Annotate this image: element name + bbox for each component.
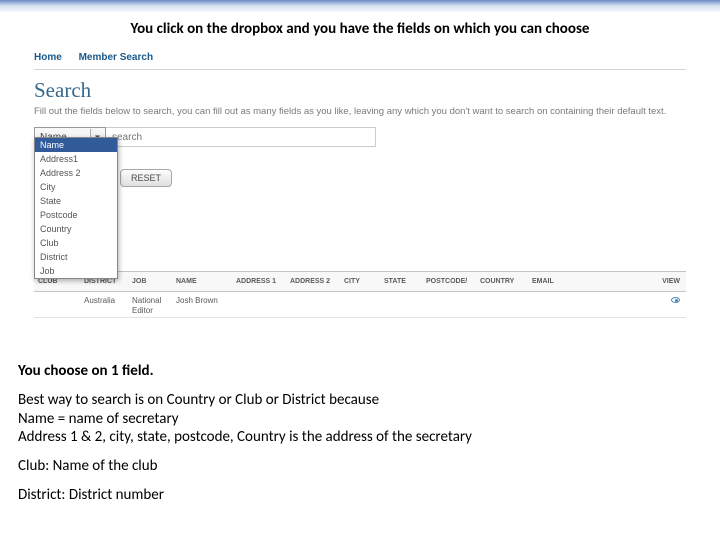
instruction-line-2a: Best way to search is on Country or Club… bbox=[18, 391, 379, 409]
results-table: CLUB DISTRICT JOB NAME ADDRESS 1 ADDRESS… bbox=[34, 271, 686, 318]
search-title: Search bbox=[20, 70, 700, 103]
instructions-block: You choose on 1 field. Best way to searc… bbox=[18, 362, 472, 515]
table-row: Australia National Editor Josh Brown bbox=[34, 292, 686, 318]
dropdown-option[interactable]: Address1 bbox=[35, 152, 117, 166]
th-city: CITY bbox=[340, 278, 380, 285]
th-club: CLUB bbox=[34, 278, 80, 285]
th-job: JOB bbox=[128, 278, 172, 285]
dropdown-option[interactable]: Postcode bbox=[35, 208, 117, 222]
td-district: Australia bbox=[80, 296, 128, 305]
th-district: DISTRICT bbox=[80, 278, 128, 285]
dropdown-option[interactable]: District bbox=[35, 250, 117, 264]
search-input[interactable] bbox=[106, 127, 376, 147]
reset-button[interactable]: RESET bbox=[120, 169, 172, 187]
nav-member-search[interactable]: Member Search bbox=[79, 52, 153, 63]
th-email: EMAIL bbox=[528, 278, 608, 285]
instruction-line-4: District: District number bbox=[18, 486, 472, 505]
caption: You click on the dropbox and you have th… bbox=[0, 12, 720, 44]
instruction-line-2b: Name = name of secretary bbox=[18, 410, 179, 428]
dropdown-option[interactable]: Country bbox=[35, 222, 117, 236]
th-address1: ADDRESS 1 bbox=[232, 278, 286, 285]
nav-home[interactable]: Home bbox=[34, 52, 62, 63]
search-controls: Name ▼ bbox=[20, 127, 700, 147]
th-state: STATE bbox=[380, 278, 422, 285]
td-job: National Editor bbox=[128, 296, 172, 316]
instruction-line-3: Club: Name of the club bbox=[18, 457, 472, 476]
dropdown-option[interactable]: Name bbox=[35, 138, 117, 152]
th-view: VIEW bbox=[652, 278, 686, 285]
dropdown-option[interactable]: Job bbox=[35, 264, 117, 278]
instruction-block-2: Best way to search is on Country or Club… bbox=[18, 391, 472, 447]
dropdown-option[interactable]: Club bbox=[35, 236, 117, 250]
td-name: Josh Brown bbox=[172, 296, 232, 305]
th-address2: ADDRESS 2 bbox=[286, 278, 340, 285]
th-postcode: POSTCODE/ bbox=[422, 278, 476, 285]
td-view[interactable] bbox=[652, 296, 686, 305]
dropdown-option[interactable]: State bbox=[35, 194, 117, 208]
table-header: CLUB DISTRICT JOB NAME ADDRESS 1 ADDRESS… bbox=[34, 272, 686, 292]
instruction-line-1: You choose on 1 field. bbox=[18, 362, 472, 381]
screenshot-panel: Home Member Search Search Fill out the f… bbox=[20, 48, 700, 343]
instruction-line-2c: Address 1 & 2, city, state, postcode, Co… bbox=[18, 428, 472, 446]
top-gradient-bar bbox=[0, 0, 720, 12]
eye-icon bbox=[671, 297, 680, 303]
dropdown-option[interactable]: City bbox=[35, 180, 117, 194]
nav-bar: Home Member Search bbox=[20, 48, 700, 67]
search-description: Fill out the fields below to search, you… bbox=[20, 103, 700, 127]
dropdown-option[interactable]: Address 2 bbox=[35, 166, 117, 180]
field-dropdown[interactable]: Name Address1 Address 2 City State Postc… bbox=[34, 137, 118, 279]
th-name: NAME bbox=[172, 278, 232, 285]
th-country: COUNTRY bbox=[476, 278, 528, 285]
